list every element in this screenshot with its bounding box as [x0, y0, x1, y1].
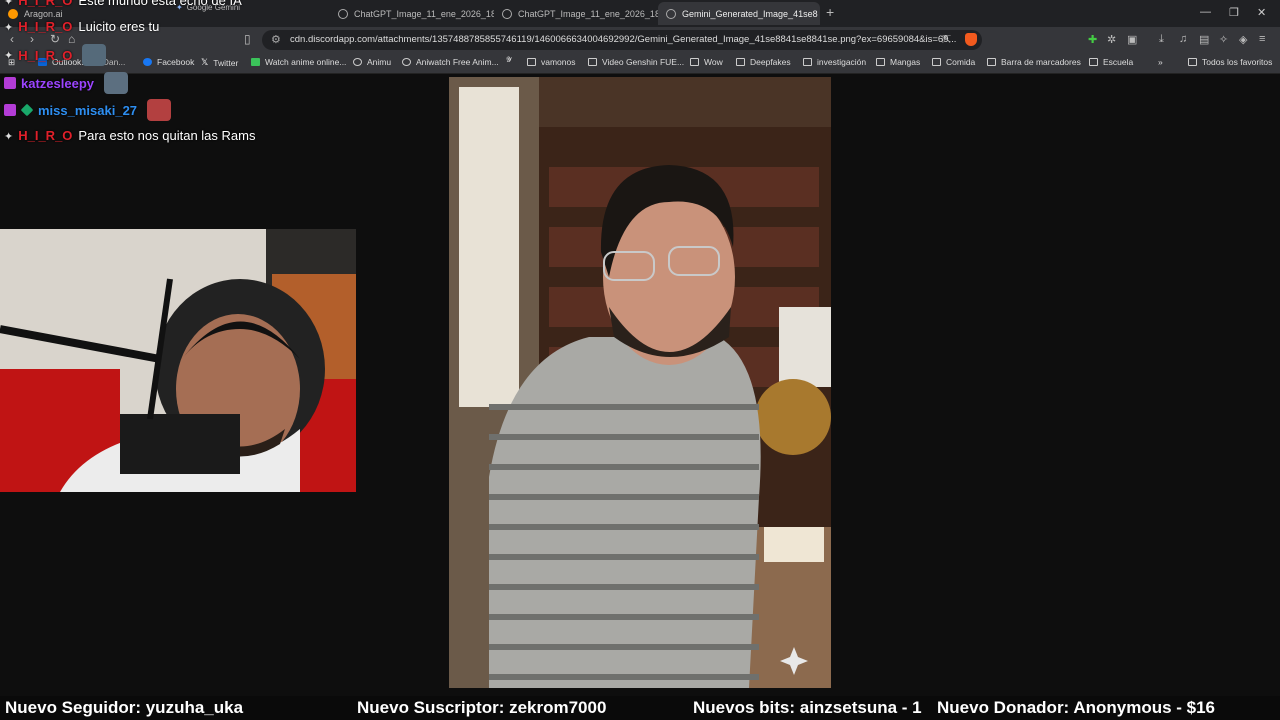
pin-icon[interactable]: 𝓨 — [506, 57, 512, 65]
globe-icon — [666, 8, 676, 19]
emote-icon — [104, 72, 128, 94]
emote-icon — [147, 99, 172, 121]
generated-portrait-image — [449, 77, 831, 688]
folder-icon — [1188, 58, 1197, 66]
bookmark-folder-genshin[interactable]: Video Genshin FUE... — [588, 57, 684, 67]
chat-username: miss_misaki_27 — [38, 102, 138, 118]
bookmark-folder-mangas[interactable]: Mangas — [876, 57, 920, 67]
brave-shields-icon[interactable] — [965, 33, 977, 46]
bookmark-folder-comida[interactable]: Comida — [932, 57, 975, 67]
extensions-puzzle-icon[interactable]: ✲ — [1107, 33, 1116, 46]
bookmark-folder-wow[interactable]: Wow — [690, 57, 723, 67]
bits-alert: Nuevos bits: ainzsetsuna - 1 — [693, 698, 922, 717]
follower-alert: Nuevo Seguidor: yuzuha_uka — [5, 698, 244, 717]
stream-alerts-bar: Nuevo Seguidor: yuzuha_uka Nuevo Suscrip… — [0, 696, 1280, 720]
folder-icon — [588, 58, 597, 66]
chat-message: miss_misaki_27 — [4, 99, 172, 121]
heart-badge-icon — [4, 77, 16, 89]
chat-message: ✦ H_I_R_O — [4, 44, 107, 66]
tab-chatgpt-2[interactable]: ChatGPT_Image_11_ene_2026_18_58 — [494, 2, 658, 25]
streamer-webcam — [0, 229, 356, 492]
leo-icon[interactable]: ✧ — [1219, 33, 1228, 46]
stream-chat: ✦ H_I_R_O Este mundo está echo de IA ✦ H… — [0, 0, 440, 150]
new-tab-button[interactable]: + — [826, 4, 834, 20]
chat-username: H_I_R_O — [18, 128, 73, 143]
vpn-icon[interactable]: ◈ — [1239, 33, 1247, 46]
webcam-illustration — [0, 229, 356, 492]
portrait-illustration — [449, 77, 831, 688]
heart-badge-icon — [4, 104, 16, 116]
folder-icon — [690, 58, 699, 66]
chat-username: katzesleepy — [21, 75, 94, 91]
emote-icon — [82, 44, 107, 66]
wallet-icon[interactable]: ▣ — [1127, 33, 1137, 46]
sidebar-icon[interactable]: ▤ — [1199, 33, 1209, 46]
chat-username: H_I_R_O — [18, 19, 73, 34]
chat-message: ✦ H_I_R_O Este mundo está echo de IA — [4, 0, 242, 8]
music-icon[interactable]: ♫ — [1179, 33, 1187, 45]
minimize-icon[interactable]: — — [1200, 6, 1211, 18]
folder-icon — [803, 58, 812, 66]
bookmark-all-favorites[interactable]: Todos los favoritos — [1188, 57, 1272, 67]
bookmark-folder-escuela[interactable]: Escuela — [1089, 57, 1133, 67]
menu-icon[interactable]: ≡ — [1259, 33, 1265, 45]
share-icon[interactable]: ⇱ — [942, 33, 951, 46]
folder-icon — [932, 58, 941, 66]
chevron-right-icon[interactable]: » — [1158, 57, 1163, 67]
close-tab-icon[interactable]: ✕ — [818, 7, 820, 20]
chat-text: Para esto nos quitan las Rams — [78, 128, 256, 143]
bookmark-folder-investigacion[interactable]: investigación — [803, 57, 866, 67]
folder-icon — [736, 58, 745, 66]
extension-icon[interactable]: ✚ — [1088, 33, 1097, 46]
bookmark-folder-deepfakes[interactable]: Deepfakes — [736, 57, 791, 67]
chat-message: ✦ H_I_R_O Luicito eres tu — [4, 19, 159, 34]
badge-icon: ✦ — [4, 50, 14, 62]
badge-icon: ✦ — [4, 21, 14, 34]
chat-text: Luicito eres tu — [78, 19, 160, 34]
chat-message: katzesleepy — [4, 72, 128, 94]
donor-alert: Nuevo Donador: Anonymous - $16 — [937, 698, 1216, 717]
chat-username: H_I_R_O — [18, 0, 73, 8]
maximize-icon[interactable]: ❐ — [1229, 6, 1239, 19]
download-icon[interactable]: ⤓ — [1159, 33, 1164, 46]
badge-icon: ✦ — [4, 0, 14, 8]
chat-username: H_I_R_O — [18, 47, 73, 63]
folder-icon — [1089, 58, 1098, 66]
tab-label: ChatGPT_Image_11_ene_2026_18_58 — [518, 8, 658, 19]
tab-label: Gemini_Generated_Image_41se8 — [682, 8, 818, 19]
globe-icon — [502, 8, 512, 19]
folder-icon — [527, 58, 536, 66]
gem-badge-icon — [20, 103, 34, 117]
chat-message: ✦ H_I_R_O Para esto nos quitan las Rams — [4, 128, 255, 143]
bookmark-folder-barra[interactable]: Barra de marcadores — [987, 57, 1081, 67]
badge-icon: ✦ — [4, 130, 14, 143]
folder-icon — [987, 58, 996, 66]
bookmark-folder-vamonos[interactable]: vamonos — [527, 57, 576, 67]
close-window-icon[interactable]: ✕ — [1257, 6, 1266, 19]
folder-icon — [876, 58, 885, 66]
subscriber-alert: Nuevo Suscriptor: zekrom7000 — [357, 698, 607, 717]
chat-text: Este mundo está echo de IA — [78, 0, 242, 8]
tab-gemini-image[interactable]: Gemini_Generated_Image_41se8 ✕ — [658, 2, 820, 25]
